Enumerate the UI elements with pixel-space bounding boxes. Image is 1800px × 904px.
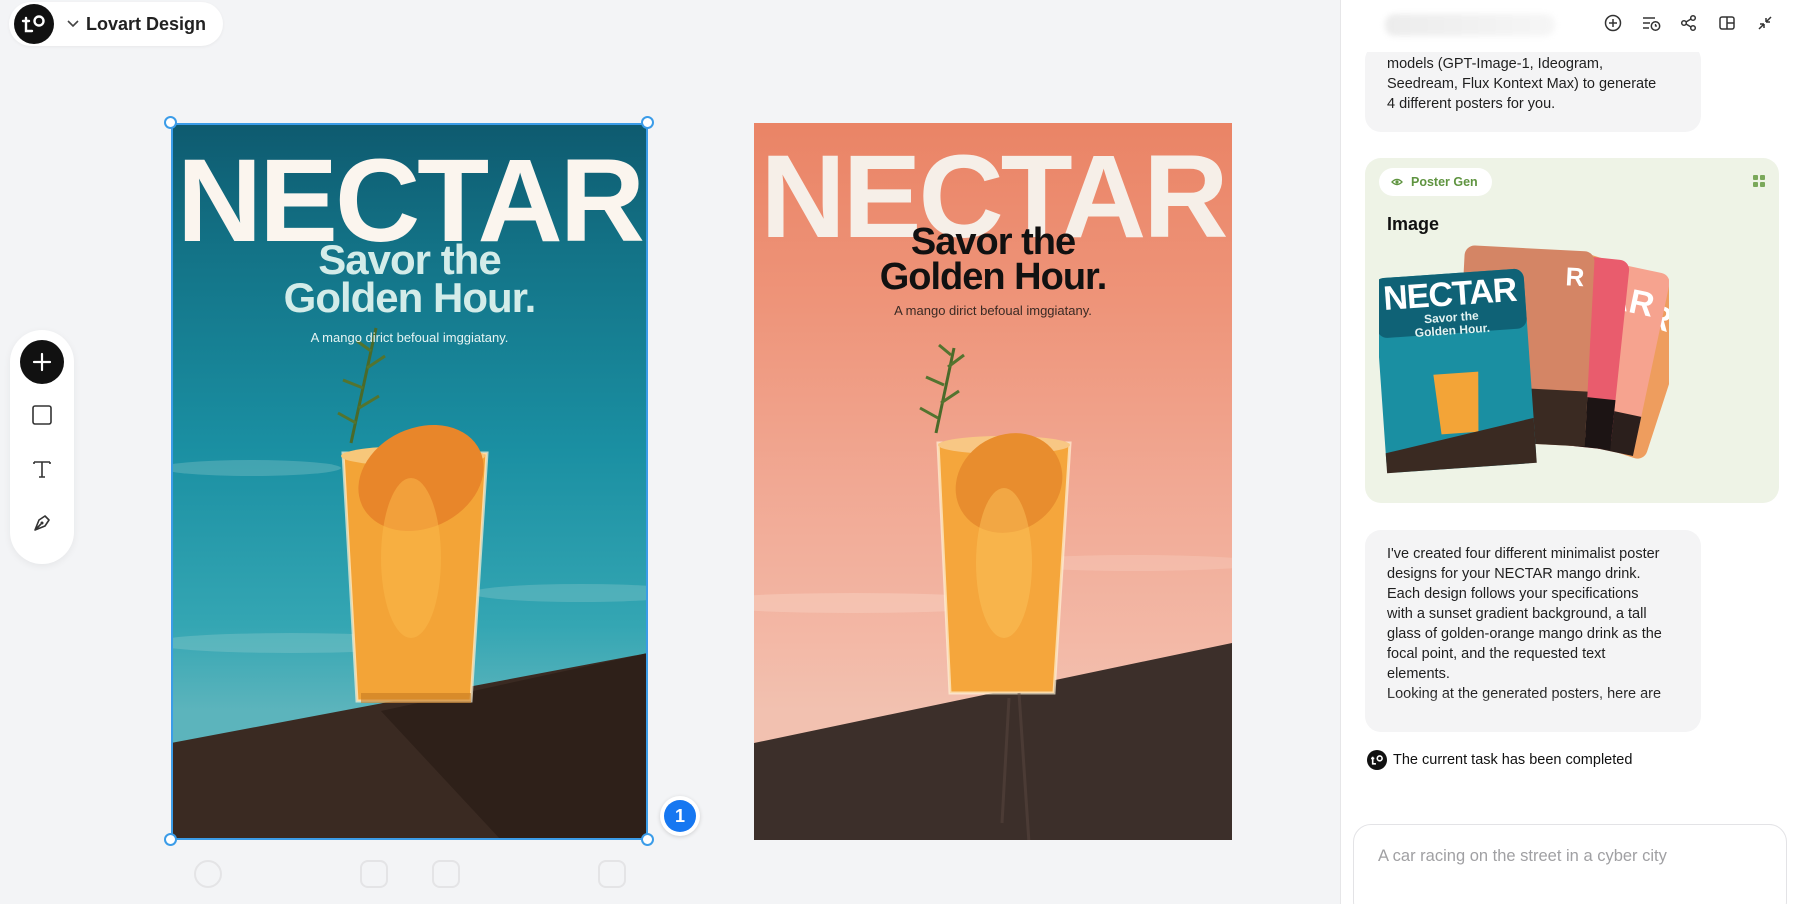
layout-icon[interactable] [1716, 12, 1738, 34]
card-title: Image [1387, 214, 1440, 234]
poster-gen-tag: Poster Gen [1379, 168, 1492, 196]
text-icon[interactable] [20, 447, 64, 491]
chevron-down-icon[interactable] [66, 17, 80, 31]
ghost-edit-icon [598, 860, 626, 888]
grid-icon[interactable] [1753, 174, 1765, 192]
left-toolbar [10, 330, 74, 564]
panel-header [1341, 0, 1800, 52]
resize-handle-bottom-right[interactable] [641, 833, 654, 846]
project-name: Lovart Design [86, 13, 207, 34]
rectangle-icon[interactable] [20, 393, 64, 437]
assistant-summary-message: I've created four different minimalist p… [1365, 530, 1701, 732]
chat-panel: models (GPT-Image-1, Ideogram, Seedream,… [1340, 0, 1800, 904]
resize-handle-bottom-left[interactable] [164, 833, 177, 846]
resize-handle-top-right[interactable] [641, 116, 654, 129]
pen-icon[interactable] [20, 501, 64, 545]
poster-tagline: Savor the Golden Hour. [879, 221, 1108, 298]
assistant-message: models (GPT-Image-1, Ideogram, Seedream,… [1365, 44, 1701, 132]
poster-sunset[interactable]: NECTAR Savor the Golden Hour. A mango di… [754, 123, 1232, 840]
history-icon[interactable] [1640, 12, 1662, 34]
poster-tagline: Savor the Golden Hour. [283, 236, 537, 321]
poster-teal[interactable]: NECTAR Savor the Golden Hour. A mango di… [171, 123, 648, 840]
ghost-frame-icon [432, 860, 460, 888]
svg-text:R: R [1565, 261, 1586, 292]
share-icon[interactable] [1678, 12, 1700, 34]
selection-count-badge[interactable]: 1 [660, 796, 700, 836]
poster-subtitle: A mango dirict befoual imggiatany. [310, 330, 509, 345]
task-status: The current task has been completed [1367, 750, 1632, 770]
eye-icon [1391, 178, 1403, 186]
resize-handle-top-left[interactable] [164, 116, 177, 129]
text-fade [1365, 692, 1701, 732]
ghost-circle-icon [194, 860, 222, 888]
conversation-title [1385, 14, 1555, 36]
lovart-logo-icon [14, 4, 54, 44]
collapse-icon[interactable] [1754, 12, 1776, 34]
poster-gen-card[interactable]: Poster Gen Image R AR R [1365, 158, 1779, 503]
ghost-image-icon [360, 860, 388, 888]
add-icon[interactable] [20, 340, 64, 384]
prompt-input[interactable] [1378, 847, 1758, 866]
new-chat-icon[interactable] [1602, 12, 1624, 34]
ghost-arrow-icon [268, 860, 296, 888]
poster-subtitle: A mango dirict befoual imggiatany. [894, 303, 1092, 318]
project-switcher[interactable]: Lovart Design [9, 2, 223, 46]
poster-stack-preview: R AR R NECTAR Savor the Golden H [1379, 245, 1669, 474]
chat-composer [1353, 824, 1787, 904]
lovart-mini-logo-icon [1367, 750, 1387, 770]
